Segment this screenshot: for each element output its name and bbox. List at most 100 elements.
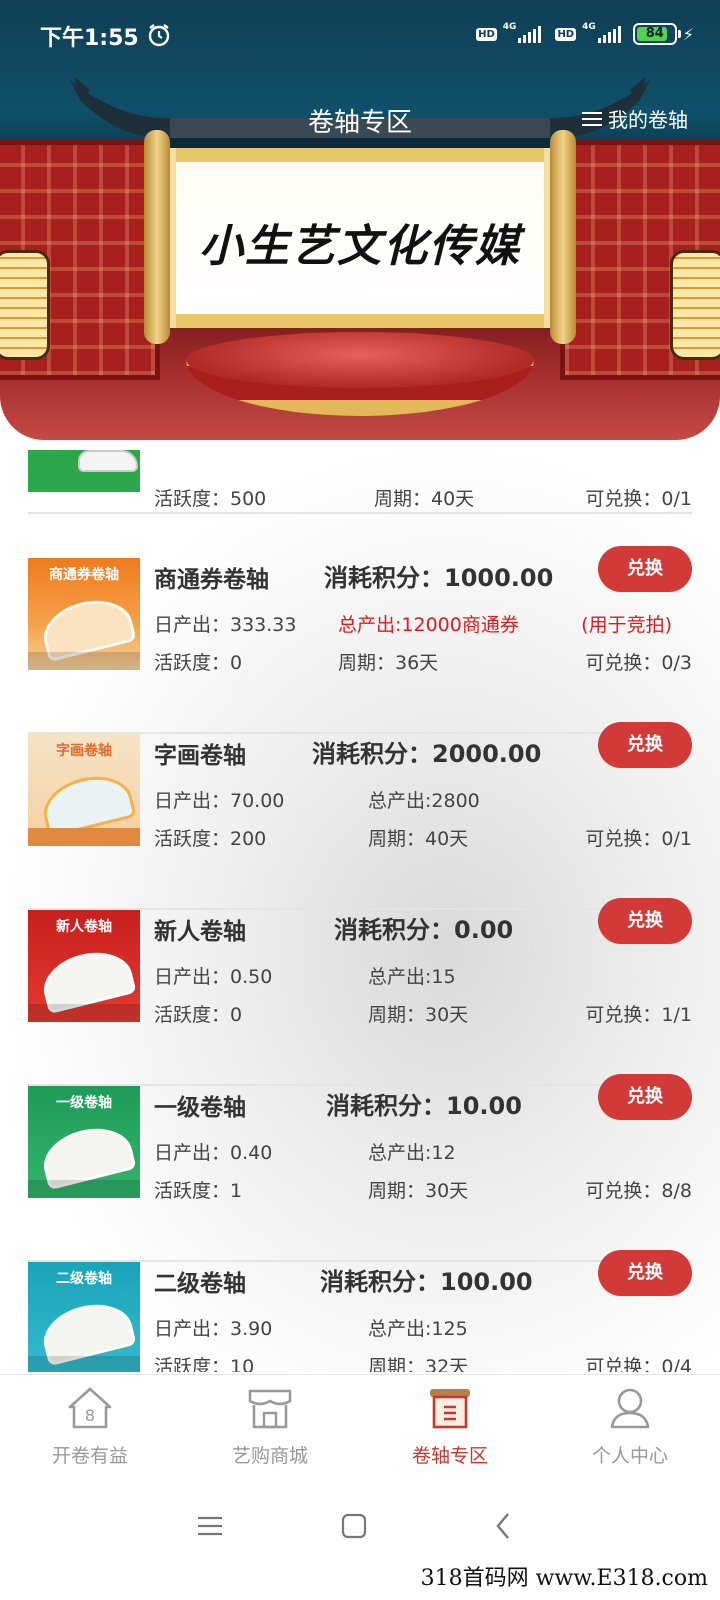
scroll-rod-left [144,130,170,344]
banner-text: 小生艺文化传媒 [199,221,521,272]
home-icon: 8 [68,1387,112,1429]
thumbnail-label: 商通券卷轴 [49,567,119,583]
item-redeemable: 可兑换：0/3 [585,652,692,674]
item-activity: 活跃度：500 [154,488,267,510]
item-activity: 活跃度：1 [154,1180,243,1202]
svg-text:8: 8 [85,1406,95,1425]
tab-store-label: 艺购商城 [231,1445,308,1467]
item-cost: 消耗积分：0.00 [334,916,514,944]
item-total-output: 总产出:12000商通券 [338,614,519,636]
bottom-tab-bar: 8 开卷有益 艺购商城 卷轴专区 个人中心 [0,1374,720,1476]
item-name: 新人卷轴 [154,919,246,945]
item-cycle: 周期：40天 [368,828,469,850]
battery-level: 84 [645,26,664,41]
list-item: 商通券卷轴 商通券卷轴 消耗积分：1000.00 兑换 日产出：333.33 总… [28,546,692,734]
item-cost: 消耗积分：100.00 [320,1268,533,1296]
tab-home-label: 开卷有益 [51,1445,128,1467]
menu-icon[interactable] [190,1506,230,1546]
item-thumbnail: 字画卷轴 [28,734,140,846]
item-name: 商通券卷轴 [154,567,269,593]
item-total-output: 总产出:15 [368,966,456,988]
tab-scroll-zone[interactable]: 卷轴专区 [360,1385,540,1468]
item-cost: 消耗积分：10.00 [326,1092,522,1120]
item-daily-output: 日产出：0.50 [154,966,273,988]
item-name: 二级卷轴 [154,1271,246,1297]
item-cycle: 周期：30天 [368,1004,469,1026]
redeem-button[interactable]: 兑换 [598,1250,692,1296]
thumbnail-label: 新人卷轴 [56,919,112,935]
item-redeemable: 可兑换：1/1 [585,1004,692,1026]
item-activity: 活跃度：10 [154,1356,255,1372]
item-total-output: 总产出:2800 [368,790,480,812]
item-redeemable: 可兑换：8/8 [585,1180,692,1202]
charging-icon: ⚡ [682,24,694,44]
hd-badge-2: HD [555,27,577,41]
list-item: 二级卷轴 二级卷轴 消耗积分：100.00 兑换 日产出：3.90 总产出:12… [28,1250,692,1372]
list-item: 活跃度：500 周期：40天 可兑换：0/1 [28,440,692,514]
item-redeemable: 可兑换：0/1 [585,828,692,850]
item-cost: 消耗积分：1000.00 [324,564,554,592]
item-total-output: 总产出:125 [368,1318,468,1340]
network-type: 4G [502,22,517,32]
item-redeemable: 可兑换：0/4 [585,1356,692,1372]
tab-home[interactable]: 8 开卷有益 [0,1385,180,1468]
scroll-list[interactable]: 活跃度：500 周期：40天 可兑换：0/1 商通券卷轴 商通券卷轴 消耗积分：… [0,440,720,1372]
item-activity: 活跃度：0 [154,652,243,674]
item-daily-output: 日产出：70.00 [154,790,285,812]
home-nav-icon[interactable] [334,1506,374,1546]
status-indicators: HD 4G HD 4G 84 ⚡ [476,20,694,48]
tab-profile-label: 个人中心 [591,1445,668,1467]
signal-icon-2 [597,25,621,43]
redeem-button[interactable]: 兑换 [598,546,692,592]
person-icon [610,1388,650,1429]
item-thumbnail: 二级卷轴 [28,1262,140,1372]
watermark: 318首码网 www.E318.com [420,1566,708,1591]
list-item: 一级卷轴 一级卷轴 消耗积分：10.00 兑换 日产出：0.40 总产出:12 … [28,1074,692,1262]
item-thumbnail: 新人卷轴 [28,910,140,1022]
item-cycle: 周期：40天 [374,488,475,510]
my-scrolls-button[interactable]: 我的卷轴 [582,104,688,133]
scroll-rod-right [550,130,576,344]
alarm-icon [148,24,170,47]
item-redeemable: 可兑换：0/1 [585,488,692,510]
item-cycle: 周期：30天 [368,1180,469,1202]
tab-store[interactable]: 艺购商城 [180,1385,360,1468]
thumbnail-label: 一级卷轴 [56,1095,112,1111]
stage-top [186,332,534,388]
redeem-button[interactable]: 兑换 [598,722,692,768]
item-thumbnail: 一级卷轴 [28,1086,140,1198]
battery-icon: 84 [632,23,681,45]
status-time: 下午1:55 [40,26,139,51]
back-icon[interactable] [484,1506,524,1546]
item-name: 一级卷轴 [154,1095,246,1121]
item-cost: 消耗积分：2000.00 [312,740,542,768]
item-name: 字画卷轴 [154,743,246,769]
list-icon [582,111,602,127]
item-cycle: 周期：36天 [338,652,439,674]
thumbnail-label: 字画卷轴 [56,743,112,759]
item-total-output: 总产出:12 [368,1142,456,1164]
list-item: 新人卷轴 新人卷轴 消耗积分：0.00 兑换 日产出：0.50 总产出:15 活… [28,898,692,1086]
thumbnail-label: 二级卷轴 [56,1271,112,1287]
item-note: (用于竞拍) [581,614,672,636]
item-thumbnail: 商通券卷轴 [28,558,140,670]
scroll-icon [430,1389,470,1429]
list-item: 字画卷轴 字画卷轴 消耗积分：2000.00 兑换 日产出：70.00 总产出:… [28,722,692,910]
network-type-2: 4G [582,22,596,32]
item-daily-output: 日产出：333.33 [154,614,297,636]
my-scrolls-label: 我的卷轴 [608,108,688,132]
tab-scroll-zone-label: 卷轴专区 [411,1445,488,1467]
item-daily-output: 日产出：0.40 [154,1142,273,1164]
item-thumbnail [28,440,140,492]
signal-icon [518,25,542,43]
store-icon [248,1389,292,1429]
item-cycle: 周期：32天 [368,1356,469,1372]
tab-profile[interactable]: 个人中心 [540,1385,720,1468]
status-bar: 下午1:55 HD 4G HD 4G 84 ⚡ [0,0,720,70]
redeem-button[interactable]: 兑换 [598,1074,692,1120]
lantern-left [0,250,50,360]
item-activity: 活跃度：0 [154,1004,243,1026]
hd-badge: HD [476,27,497,41]
redeem-button[interactable]: 兑换 [598,898,692,944]
lantern-right [670,250,720,360]
